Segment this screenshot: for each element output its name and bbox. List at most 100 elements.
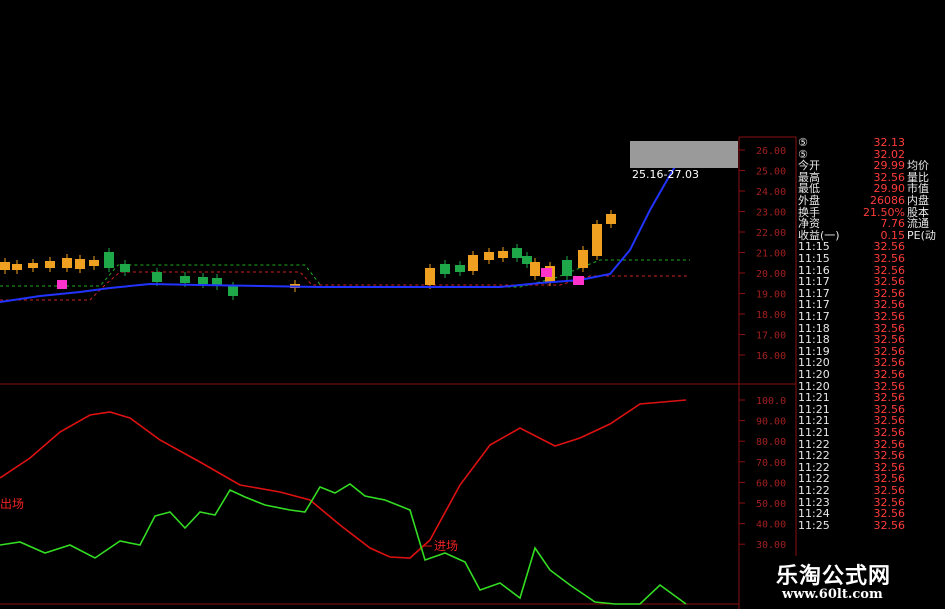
- quote-value: 32.56: [873, 263, 906, 277]
- indicator-tick-label: 80.00: [756, 437, 786, 448]
- quote-value: 7.76: [880, 217, 906, 231]
- quote-row: 11:15 32.56: [796, 241, 945, 252]
- green-indicator-line: [0, 483, 687, 605]
- exit-label: 出场: [0, 497, 24, 511]
- quote-row: 11:22 32.56: [796, 462, 945, 473]
- quote-label: 11:18: [798, 321, 830, 335]
- quote-row: 11:16 32.56: [796, 265, 945, 276]
- candle-body: [606, 214, 616, 224]
- quote-label: 今开: [798, 159, 820, 173]
- quote-value: 32.02: [873, 147, 906, 161]
- quote-value: 32.56: [873, 414, 906, 428]
- quote-value: 32.56: [873, 275, 906, 289]
- quote-row: 换手 21.50% 股本: [796, 207, 945, 218]
- quote-row: 11:21 32.56: [796, 415, 945, 426]
- quote-label: 11:21: [798, 414, 830, 428]
- quote-label: 11:18: [798, 333, 830, 347]
- candle-body: [198, 277, 208, 284]
- quote-label: 11:22: [798, 437, 830, 451]
- quote-label: 最低: [798, 182, 820, 196]
- quote-row: 11:21 32.56: [796, 404, 945, 415]
- quote-value: 26086: [870, 194, 905, 207]
- quote-value: 32.56: [873, 391, 906, 405]
- candle-body: [12, 264, 22, 270]
- indicator-tick-label: 60.00: [756, 478, 786, 489]
- quote-row: 11:22 32.56: [796, 485, 945, 496]
- watermark: 乐淘公式网 www.60lt.com: [752, 556, 945, 609]
- quote-value: 32.56: [873, 344, 906, 358]
- quote-row: 11:17 32.56: [796, 299, 945, 310]
- quote-value: 32.56: [873, 368, 906, 381]
- quote-value: 29.99: [873, 159, 906, 173]
- candle-body: [530, 262, 540, 276]
- quote-label: 11:21: [798, 426, 830, 439]
- indicator-tick-label: 30.00: [756, 540, 786, 551]
- quote-row: 11:15 32.56: [796, 253, 945, 264]
- quote-label: 11:22: [798, 484, 830, 497]
- price-tick-label: 18.00: [756, 310, 786, 321]
- quote-value: 32.56: [873, 356, 906, 370]
- quote-row: ⑤ 32.13: [796, 137, 945, 148]
- lower-band-line: [0, 271, 690, 301]
- price-tick-label: 26.00: [756, 146, 786, 157]
- candle-body: [512, 248, 522, 258]
- quote-value: 32.56: [873, 449, 906, 463]
- quote-value: 32.56: [873, 402, 906, 416]
- price-tick-label: 22.00: [756, 228, 786, 239]
- quote-row: 11:25 32.56: [796, 520, 945, 531]
- price-tick-label: 23.00: [756, 208, 786, 219]
- price-tick-label: 19.00: [756, 290, 786, 301]
- candle-body: [592, 224, 602, 256]
- quote-label: 11:17: [798, 298, 830, 312]
- candle-body: [578, 250, 588, 268]
- quote-row: 11:22 32.56: [796, 439, 945, 450]
- quote-label: 11:17: [798, 275, 830, 289]
- quote-value: 32.56: [873, 333, 906, 347]
- indicator-axis: 100.0 90.00 80.00 70.00 60.00 50.00 40.00 30.00: [739, 396, 786, 551]
- quote-value: 32.56: [873, 484, 906, 497]
- quote-value: 32.56: [873, 286, 906, 300]
- quote-row: 收益(一) 0.15 PE(动: [796, 230, 945, 241]
- quote-row: 11:24 32.56: [796, 508, 945, 519]
- quote-label: 11:19: [798, 344, 830, 358]
- watermark-url: www.60lt.com: [782, 587, 883, 602]
- candle-body: [498, 251, 508, 258]
- quote-label: 11:17: [798, 310, 830, 323]
- quote-label: 11:22: [798, 449, 830, 463]
- quote-row: 11:20 32.56: [796, 357, 945, 368]
- indicator-tick-label: 50.00: [756, 499, 786, 510]
- quote-label: 11:20: [798, 368, 830, 381]
- quote-value: 32.56: [873, 310, 906, 323]
- quote-row: 11:22 32.56: [796, 473, 945, 484]
- quote-row: 11:19 32.56: [796, 346, 945, 357]
- quote-row: 11:20 32.56: [796, 381, 945, 392]
- candle-body: [440, 264, 450, 274]
- signal-marker: [541, 268, 552, 277]
- candle-body: [89, 260, 99, 266]
- quote-value: 32.56: [873, 321, 906, 335]
- quote-label: 最高: [798, 170, 820, 184]
- price-tick-label: 24.00: [756, 187, 786, 198]
- quote-label: 11:20: [798, 356, 830, 370]
- quote-row: 最低 29.90 市值: [796, 183, 945, 194]
- quote-value: 32.56: [873, 240, 906, 254]
- quote-label: 净资: [798, 217, 820, 231]
- quote-label: 11:15: [798, 252, 830, 265]
- quote-value: 32.56: [873, 298, 906, 312]
- quote-label-2: 均价: [907, 159, 929, 173]
- indicator-tick-label: 100.0: [756, 396, 786, 407]
- price-tick-label: 20.00: [756, 269, 786, 280]
- quote-label: ⑤: [798, 136, 808, 149]
- quote-value: 32.56: [873, 170, 906, 184]
- quote-value: 32.56: [873, 426, 906, 439]
- quote-label: 11:21: [798, 402, 830, 416]
- quote-value: 32.56: [873, 518, 906, 532]
- candle-body: [228, 286, 238, 296]
- candle-body: [455, 265, 465, 272]
- quote-value: 32.56: [873, 495, 906, 509]
- quote-row: 11:21 32.56: [796, 392, 945, 403]
- candle-body: [425, 268, 435, 285]
- quote-label-2: 流通: [907, 217, 929, 231]
- range-label: 25.16-27.03: [632, 168, 699, 181]
- quote-label: 11:21: [798, 391, 830, 405]
